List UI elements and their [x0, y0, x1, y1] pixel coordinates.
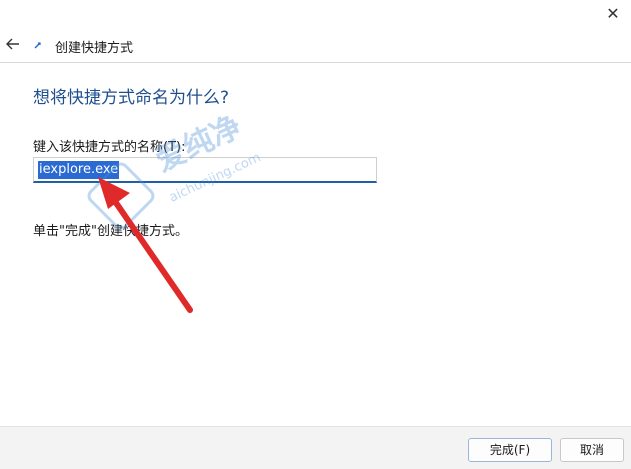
close-button[interactable]: ✕: [601, 2, 625, 26]
cancel-button[interactable]: 取消: [560, 438, 624, 462]
back-arrow-icon: [6, 38, 19, 50]
annotation-arrow-icon: [98, 177, 193, 313]
wizard-footer: 完成(F) 取消: [0, 426, 631, 469]
header-divider: [0, 62, 631, 63]
finish-button[interactable]: 完成(F): [468, 438, 552, 462]
close-icon: ✕: [606, 4, 620, 23]
wizard-title: 创建快捷方式: [55, 41, 134, 56]
shortcut-wizard-icon: [34, 42, 41, 49]
back-button[interactable]: [4, 35, 22, 53]
page-title: 想将快捷方式命名为什么?: [33, 88, 230, 108]
wizard-header: 创建快捷方式: [0, 30, 631, 62]
